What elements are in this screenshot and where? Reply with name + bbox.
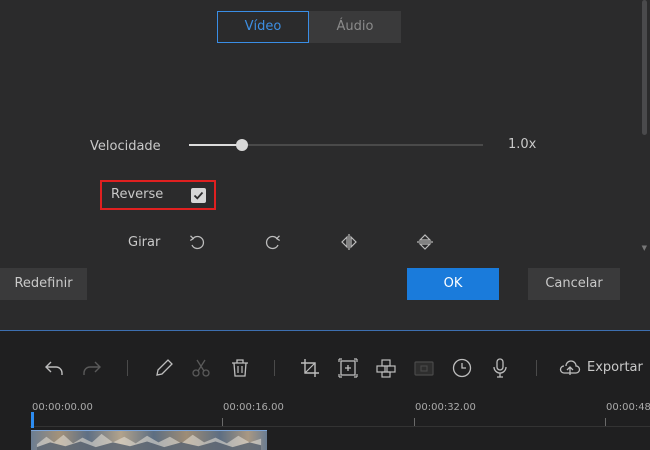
crop-icon[interactable]	[299, 357, 321, 379]
tab-video[interactable]: Vídeo	[217, 11, 309, 43]
cut-icon[interactable]	[190, 357, 212, 379]
toolbar-separator	[127, 360, 128, 376]
settings-panel: Vídeo Áudio ▼ Velocidade 1.0x Reverse Gi…	[0, 0, 650, 330]
time-tick-label: 00:00:48.00	[606, 402, 650, 413]
editing-toolbar: Exportar	[0, 332, 650, 402]
panel-divider	[0, 330, 650, 331]
speed-label: Velocidade	[90, 139, 161, 154]
track-header	[0, 430, 31, 450]
rotate-right-icon[interactable]	[263, 232, 283, 252]
panel-scrollbar[interactable]	[642, 0, 647, 135]
rotate-left-icon[interactable]	[187, 232, 207, 252]
video-clip[interactable]	[31, 430, 267, 450]
ruler-baseline	[30, 426, 650, 427]
reverse-option[interactable]: Reverse	[100, 180, 216, 210]
mosaic-icon[interactable]	[375, 357, 397, 379]
freeze-frame-icon[interactable]	[413, 357, 435, 379]
delete-icon[interactable]	[229, 357, 251, 379]
speed-slider[interactable]	[189, 139, 483, 151]
time-tick-label: 00:00:16.00	[223, 402, 284, 413]
cancel-button[interactable]: Cancelar	[528, 268, 620, 300]
duration-icon[interactable]	[451, 357, 473, 379]
reverse-checkbox[interactable]	[191, 188, 206, 203]
ok-button[interactable]: OK	[407, 268, 499, 300]
playhead[interactable]	[31, 412, 34, 428]
reverse-label: Reverse	[111, 187, 164, 202]
toolbar-separator	[274, 360, 275, 376]
toolbar-separator	[536, 360, 537, 376]
scroll-down-arrow-icon[interactable]: ▼	[642, 244, 647, 252]
speed-slider-thumb[interactable]	[235, 139, 248, 151]
clip-thumbnail-strip	[36, 433, 262, 450]
reset-button[interactable]: Redefinir	[0, 268, 87, 300]
export-icon[interactable]	[559, 357, 581, 379]
speed-slider-fill	[189, 144, 242, 146]
time-tick-label: 00:00:00.00	[32, 402, 93, 413]
tab-audio[interactable]: Áudio	[309, 11, 401, 43]
checkmark-icon	[193, 191, 204, 200]
zoom-icon[interactable]	[337, 357, 359, 379]
edit-icon[interactable]	[153, 357, 175, 379]
time-tick-label: 00:00:32.00	[415, 402, 476, 413]
export-button-label[interactable]: Exportar	[587, 360, 643, 375]
flip-vertical-icon[interactable]	[415, 232, 435, 252]
voiceover-icon[interactable]	[489, 357, 511, 379]
speed-value: 1.0x	[508, 137, 537, 152]
redo-icon[interactable]	[81, 357, 103, 379]
timeline-ruler[interactable]: 00:00:00.00 00:00:16.00 00:00:32.00 00:0…	[0, 402, 650, 430]
undo-icon[interactable]	[43, 357, 65, 379]
flip-horizontal-icon[interactable]	[339, 232, 359, 252]
rotate-label: Girar	[128, 235, 161, 250]
